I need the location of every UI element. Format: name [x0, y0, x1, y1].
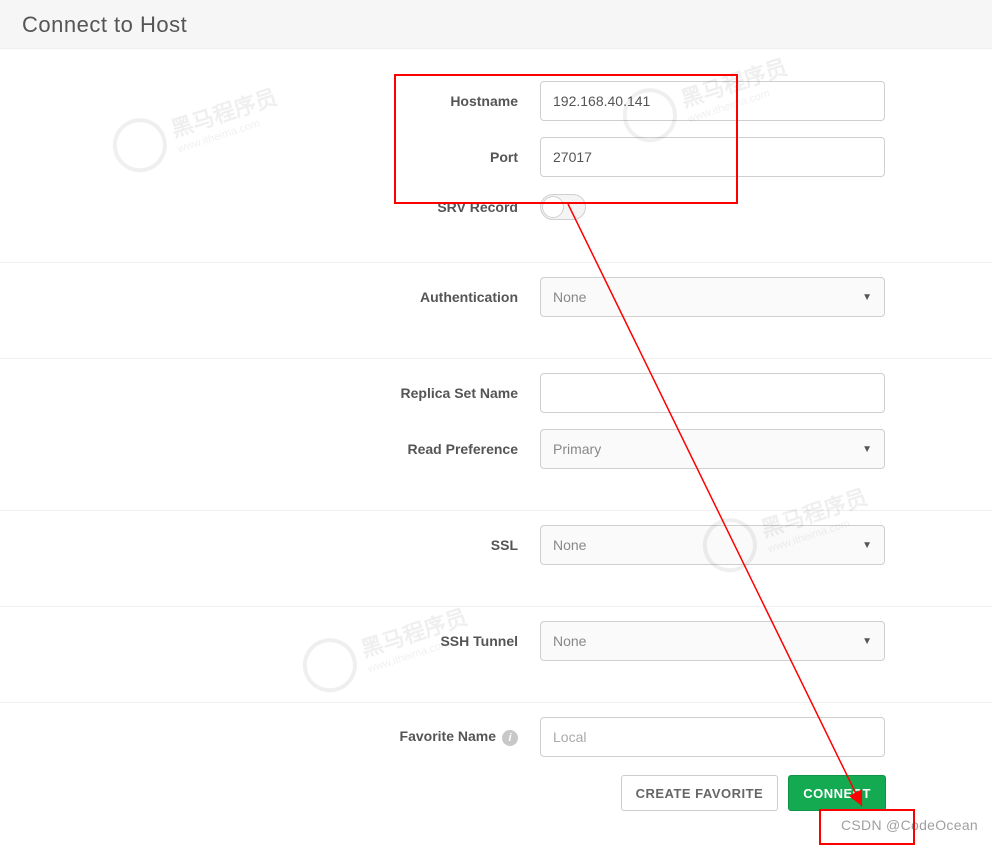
authentication-value: None	[553, 289, 586, 305]
chevron-down-icon: ▼	[862, 636, 872, 647]
ssl-select[interactable]: None ▼	[540, 525, 885, 565]
connect-button[interactable]: CONNECT	[788, 775, 886, 811]
chevron-down-icon: ▼	[862, 292, 872, 303]
watermark-text: CSDN @CodeOcean	[841, 817, 978, 833]
connect-page: 黑马程序员www.itheima.com 黑马程序员www.itheima.co…	[0, 0, 992, 853]
hostname-input[interactable]	[540, 81, 885, 121]
srv-toggle[interactable]	[540, 194, 586, 220]
page-title: Connect to Host	[22, 12, 970, 38]
authentication-label: Authentication	[0, 289, 540, 305]
ssl-label: SSL	[0, 537, 540, 553]
favorite-name-label: Favorite Namei	[0, 728, 540, 745]
header: Connect to Host	[0, 0, 992, 49]
authentication-select[interactable]: None ▼	[540, 277, 885, 317]
ssh-tunnel-select[interactable]: None ▼	[540, 621, 885, 661]
srv-label: SRV Record	[0, 199, 540, 215]
chevron-down-icon: ▼	[862, 540, 872, 551]
read-preference-select[interactable]: Primary ▼	[540, 429, 885, 469]
form: Hostname Port SRV Record Authen	[0, 49, 992, 817]
read-preference-value: Primary	[553, 441, 601, 457]
port-input[interactable]	[540, 137, 885, 177]
read-preference-label: Read Preference	[0, 441, 540, 457]
chevron-down-icon: ▼	[862, 444, 872, 455]
create-favorite-button[interactable]: CREATE FAVORITE	[621, 775, 779, 811]
replica-set-label: Replica Set Name	[0, 385, 540, 401]
replica-set-input[interactable]	[540, 373, 885, 413]
favorite-name-input[interactable]	[540, 717, 885, 757]
hostname-label: Hostname	[0, 93, 540, 109]
ssh-tunnel-label: SSH Tunnel	[0, 633, 540, 649]
ssh-tunnel-value: None	[553, 633, 586, 649]
ssl-value: None	[553, 537, 586, 553]
info-icon: i	[502, 730, 518, 746]
port-label: Port	[0, 149, 540, 165]
